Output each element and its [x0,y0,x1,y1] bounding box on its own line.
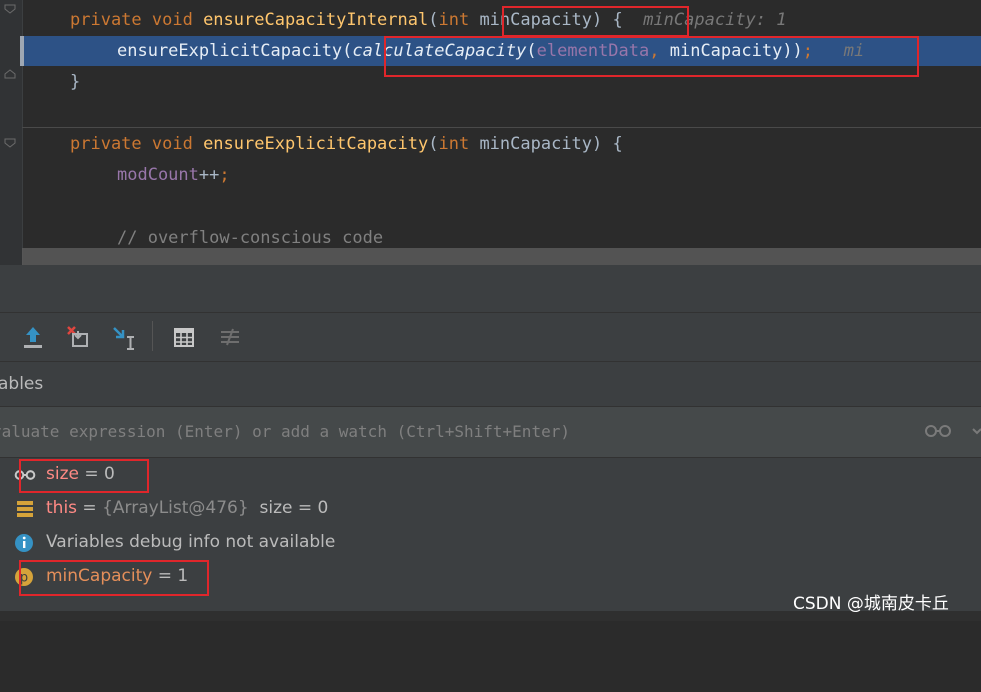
variables-title-label: ables [0,374,44,394]
variable-type: {ArrayList@476} [102,498,249,518]
obscured-code-line [22,248,981,265]
code-token: int [438,134,480,154]
variable-name: this [46,498,78,518]
watermark: CSDN @城南皮卡丘 [793,594,949,614]
evaluate-table-icon[interactable] [170,323,198,351]
variable-extra: size = 0 [248,498,329,518]
code-token: ensureExplicitCapacity( [117,41,353,61]
code-token: ensureExplicitCapacity [203,134,429,154]
method-separator [22,127,981,128]
annotation-box [502,6,689,37]
code-token: private void [70,134,204,154]
code-token: private void [70,10,204,30]
code-token: ++ [198,165,220,185]
code-token: int [438,10,480,30]
watch-expression-bar[interactable]: valuate expression (Enter) or add a watc… [0,406,981,458]
code-token: ; [219,165,230,185]
watch-input[interactable]: valuate expression (Enter) or add a watc… [0,422,570,441]
variable-eq: = [77,498,103,518]
debugger-header [0,265,981,313]
toolbar-separator [152,321,153,351]
code-token: ( [428,10,439,30]
annotation-box [19,459,149,493]
code-token: } [70,72,81,92]
variables-tab-title[interactable]: ables [0,362,981,406]
code-token: modCount [117,165,199,185]
code-token: ensureCapacityInternal [203,10,429,30]
code-token: minCapacity) { [479,134,623,154]
glasses-icon[interactable] [924,423,952,439]
annotation-box [384,36,919,77]
code-line[interactable]: private void ensureExplicitCapacity(int … [0,129,981,160]
info-icon [15,534,33,552]
code-line[interactable]: modCount++; [0,160,981,191]
step-out-icon[interactable] [19,323,47,351]
debugger-toolbar [0,313,981,362]
drop-frame-icon[interactable] [64,323,92,351]
code-line[interactable]: private void ensureCapacityInternal(int … [0,5,981,36]
debugger-panel: ables valuate expression (Enter) or add … [0,265,981,621]
annotation-box [19,560,209,596]
code-token: ( [428,134,439,154]
variable-row[interactable]: Variables debug info not available [0,526,981,559]
stack-icon [17,501,33,517]
variable-row[interactable]: this = {ArrayList@476} size = 0 [0,492,981,525]
debug-info-message: Variables debug info not available [46,532,336,552]
run-to-cursor-icon[interactable] [110,323,138,351]
trace-over-icon[interactable] [216,323,244,351]
code-editor[interactable]: private void ensureCapacityInternal(int … [0,0,981,265]
code-token: // overflow-conscious code [117,228,384,248]
chevron-down-icon[interactable] [972,423,981,439]
